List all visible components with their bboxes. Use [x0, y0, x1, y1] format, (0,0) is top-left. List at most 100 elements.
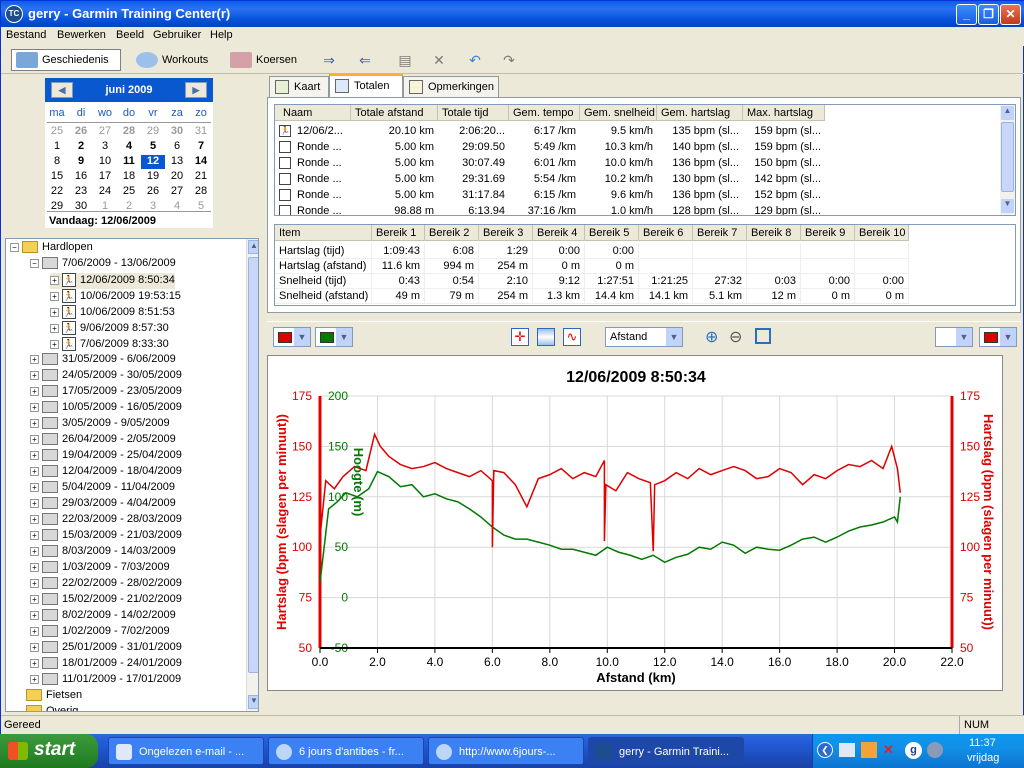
laps-scrollbar[interactable]: ▲ ▼: [1000, 105, 1015, 215]
laps-column-header[interactable]: Max. hartslag: [743, 105, 825, 121]
laps-column-header[interactable]: Naam: [275, 105, 351, 121]
expand-icon[interactable]: +: [30, 514, 39, 524]
tray-g-icon[interactable]: g: [905, 742, 922, 759]
calendar-day[interactable]: 5: [141, 140, 165, 154]
expand-icon[interactable]: +: [30, 530, 39, 540]
expand-icon[interactable]: +: [30, 562, 39, 572]
collapse-icon[interactable]: −: [30, 258, 39, 268]
tree-week[interactable]: +11/01/2009 - 17/01/2009: [30, 673, 181, 689]
crosshair-icon[interactable]: ✛: [511, 328, 529, 346]
redo-icon[interactable]: ↷: [499, 52, 519, 68]
zones-column-header[interactable]: Item: [275, 225, 372, 241]
expand-icon[interactable]: +: [50, 323, 59, 333]
laps-scroll-thumb[interactable]: [1001, 122, 1014, 192]
calendar-day[interactable]: 31: [189, 125, 213, 139]
expand-icon[interactable]: +: [30, 370, 39, 380]
expand-icon[interactable]: +: [50, 291, 59, 301]
tree-week[interactable]: +1/02/2009 - 7/02/2009: [30, 625, 170, 641]
calendar-day[interactable]: 7: [189, 140, 213, 154]
expand-icon[interactable]: +: [30, 418, 39, 428]
prev-month-button[interactable]: ◀: [51, 82, 73, 98]
zones-column-header[interactable]: Bereik 5: [585, 225, 639, 241]
zones-column-header[interactable]: Bereik 9: [801, 225, 855, 241]
tree-week[interactable]: +10/05/2009 - 16/05/2009: [30, 401, 182, 417]
collapse-icon[interactable]: −: [10, 242, 19, 252]
tree-activity[interactable]: + 🏃 12/06/2009 8:50:34: [50, 273, 175, 289]
tree-activity[interactable]: + 🏃 10/06/2009 19:53:15: [50, 289, 181, 305]
zones-column-header[interactable]: Bereik 4: [533, 225, 585, 241]
expand-icon[interactable]: +: [30, 546, 39, 556]
tree-week[interactable]: +24/05/2009 - 30/05/2009: [30, 369, 182, 385]
calendar-day[interactable]: 27: [93, 125, 117, 139]
calendar-day[interactable]: 16: [69, 170, 93, 184]
tree-activity[interactable]: + 🏃 7/06/2009 8:33:30: [50, 337, 169, 353]
task-garmin[interactable]: gerry - Garmin Traini...: [588, 737, 744, 765]
alt-color-picker[interactable]: ▼: [315, 327, 353, 347]
tree-folder[interactable]: Overig: [26, 705, 78, 711]
save-icon[interactable]: ▤: [395, 52, 415, 68]
expand-icon[interactable]: +: [30, 642, 39, 652]
task-email[interactable]: Ongelezen e-mail - ...: [108, 737, 264, 765]
expand-icon[interactable]: +: [30, 658, 39, 668]
calendar-day[interactable]: 14: [189, 155, 213, 169]
stack-charts-icon[interactable]: [537, 328, 555, 346]
expand-icon[interactable]: +: [30, 498, 39, 508]
calendar-day[interactable]: 17: [93, 170, 117, 184]
today-label[interactable]: Vandaag: 12/06/2009: [49, 215, 156, 227]
expand-icon[interactable]: +: [30, 594, 39, 604]
expand-icon[interactable]: +: [50, 339, 59, 349]
tree-week[interactable]: +1/03/2009 - 7/03/2009: [30, 561, 170, 577]
calendar-day[interactable]: 13: [165, 155, 189, 169]
tray-app-icon-3[interactable]: [927, 742, 943, 758]
expand-icon[interactable]: +: [30, 402, 39, 412]
expand-icon[interactable]: +: [30, 434, 39, 444]
tree-week[interactable]: +26/04/2009 - 2/05/2009: [30, 433, 176, 449]
scroll-down-icon[interactable]: ▼: [248, 695, 258, 709]
minimize-button[interactable]: _: [956, 4, 977, 25]
zones-column-header[interactable]: Bereik 8: [747, 225, 801, 241]
expand-icon[interactable]: +: [50, 275, 59, 285]
scroll-up-icon[interactable]: ▲: [248, 240, 258, 254]
calendar-day[interactable]: 20: [165, 170, 189, 184]
tree-week[interactable]: +5/04/2009 - 11/04/2009: [30, 481, 175, 497]
expand-icon[interactable]: +: [30, 482, 39, 492]
calendar-day[interactable]: 28: [117, 125, 141, 139]
calendar-day[interactable]: 25: [117, 185, 141, 199]
tree-folder[interactable]: Fietsen: [26, 689, 82, 705]
zoom-fit-icon[interactable]: [755, 328, 771, 344]
tree-week[interactable]: +17/05/2009 - 23/05/2009: [30, 385, 182, 401]
expand-icon[interactable]: +: [30, 610, 39, 620]
zones-column-header[interactable]: Bereik 10: [855, 225, 909, 241]
calendar-day[interactable]: 19: [141, 170, 165, 184]
tray-app-icon-1[interactable]: [839, 743, 855, 757]
expand-icon[interactable]: +: [30, 354, 39, 364]
laps-column-header[interactable]: Gem. tempo: [509, 105, 580, 121]
history-button[interactable]: Geschiedenis: [11, 49, 121, 71]
laps-column-header[interactable]: Gem. hartslag: [657, 105, 743, 121]
x-axis-select[interactable]: Afstand ▼: [605, 327, 683, 347]
tree-week[interactable]: +8/02/2009 - 14/02/2009: [30, 609, 176, 625]
calendar-day[interactable]: 3: [93, 140, 117, 154]
calendar-day[interactable]: 25: [45, 125, 69, 139]
calendar-day[interactable]: 10: [93, 155, 117, 169]
calendar-day[interactable]: 23: [69, 185, 93, 199]
tree-week[interactable]: +22/02/2009 - 28/02/2009: [30, 577, 182, 593]
expand-icon[interactable]: +: [30, 674, 39, 684]
tree-week-open[interactable]: − 7/06/2009 - 13/06/2009: [30, 257, 176, 273]
calendar-day[interactable]: 2: [69, 140, 93, 154]
maximize-button[interactable]: ❐: [978, 4, 999, 25]
next-month-button[interactable]: ▶: [185, 82, 207, 98]
expand-icon[interactable]: +: [50, 307, 59, 317]
expand-icon[interactable]: +: [30, 386, 39, 396]
tray-network-icon[interactable]: ✕: [883, 742, 899, 758]
calendar-day[interactable]: 28: [189, 185, 213, 199]
calendar-day[interactable]: 12: [141, 155, 165, 169]
calendar-day[interactable]: 15: [45, 170, 69, 184]
title-bar[interactable]: TC gerry - Garmin Training Center(r) _ ❐…: [1, 1, 1024, 27]
tab-kaart[interactable]: Kaart: [269, 76, 329, 98]
tree-week[interactable]: +25/01/2009 - 31/01/2009: [30, 641, 182, 657]
menu-bewerken[interactable]: Bewerken: [57, 29, 106, 41]
zones-column-header[interactable]: Bereik 3: [479, 225, 533, 241]
calendar-day[interactable]: 8: [45, 155, 69, 169]
calendar-day[interactable]: 24: [93, 185, 117, 199]
